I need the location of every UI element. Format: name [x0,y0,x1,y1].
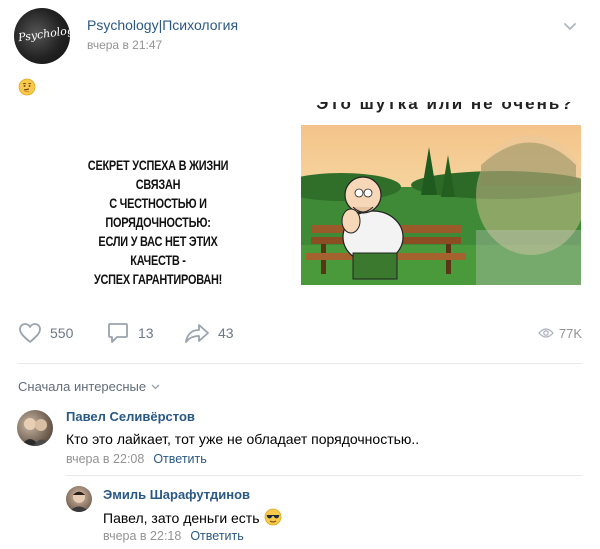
comment-text-row: Павел, зато деньги есть [103,508,282,526]
post-header: Psychology Psychology|Психология вчера в… [0,0,600,70]
divider [66,475,582,476]
reply-button[interactable]: Ответить [153,452,206,466]
post-menu-chevron-icon[interactable] [563,20,577,34]
cool-sunglasses-icon [265,508,282,526]
share-arrow-icon [185,324,209,343]
comment-time[interactable]: вчера в 22:18 [103,529,181,543]
group-avatar[interactable]: Psychology [14,8,70,64]
comment-author-link[interactable]: Эмиль Шарафутдинов [103,487,250,502]
comment-meta: вчера в 22:08 Ответить [66,452,207,466]
like-button[interactable]: 550 [18,318,73,348]
reply-button[interactable]: Ответить [190,529,243,543]
comments-sort-label: Сначала интересные [18,379,147,394]
divider [18,363,582,364]
comment-item: Эмиль Шарафутдинов Павел, зато деньги ес… [0,478,600,548]
share-count: 43 [218,325,234,341]
person-photo-icon [69,491,89,512]
person-photo-icon [21,418,51,446]
eye-icon [537,328,554,338]
comment-button[interactable]: 13 [106,318,154,348]
comment-time[interactable]: вчера в 22:08 [66,452,144,466]
comments-sort-dropdown[interactable]: Сначала интересные [18,379,160,394]
comment-count: 13 [138,325,154,341]
views-counter: 77K [537,318,582,348]
comment-meta: вчера в 22:18 Ответить [103,529,244,543]
meme-text-line: СЕКРЕТ УСПЕХА В ЖИЗНИ СВЯЗАН [87,157,229,192]
meme-text-line: ЕСЛИ У ВАС НЕТ ЭТИХ КАЧЕСТВ - [98,233,218,268]
views-count: 77K [558,325,582,341]
comment-author-link[interactable]: Павел Селивёрстов [66,409,195,424]
meme-text-line: УСПЕХ ГАРАНТИРОВАН! [93,271,223,287]
comment-text: Павел, зато деньги есть [103,510,260,526]
group-avatar-logo-text: Psychology [17,22,70,45]
meme-text-line: С ЧЕСТНОСТЬЮ И ПОРЯДОЧНОСТЬЮ: [105,195,211,230]
heart-icon [19,323,41,343]
cartoon-bench-picture [301,125,581,285]
chevron-down-icon [151,384,160,389]
comment-item: Павел Селивёрстов Кто это лайкает, тот у… [0,400,600,470]
post-actions-bar: 550 13 43 77K [0,318,600,358]
comment-author-avatar[interactable] [17,410,53,446]
meme-left-text: СЕКРЕТ УСПЕХА В ЖИЗНИ СВЯЗАН С ЧЕСТНОСТЬ… [80,156,236,289]
meme-top-caption: Это шутка или не очень? [316,94,574,113]
comment-text: Кто это лайкает, тот уже не обладает пор… [66,431,420,447]
post-image[interactable]: СЕКРЕТ УСПЕХА В ЖИЗНИ СВЯЗАН С ЧЕСТНОСТЬ… [18,100,582,300]
group-name-link[interactable]: Psychology|Психология [87,17,238,33]
post-time[interactable]: вчера в 21:47 [87,38,162,52]
comment-bubble-icon [108,323,128,343]
comment-author-avatar[interactable] [66,486,92,512]
like-count: 550 [50,325,74,341]
thinking-face-icon [18,78,36,96]
share-button[interactable]: 43 [184,318,234,348]
